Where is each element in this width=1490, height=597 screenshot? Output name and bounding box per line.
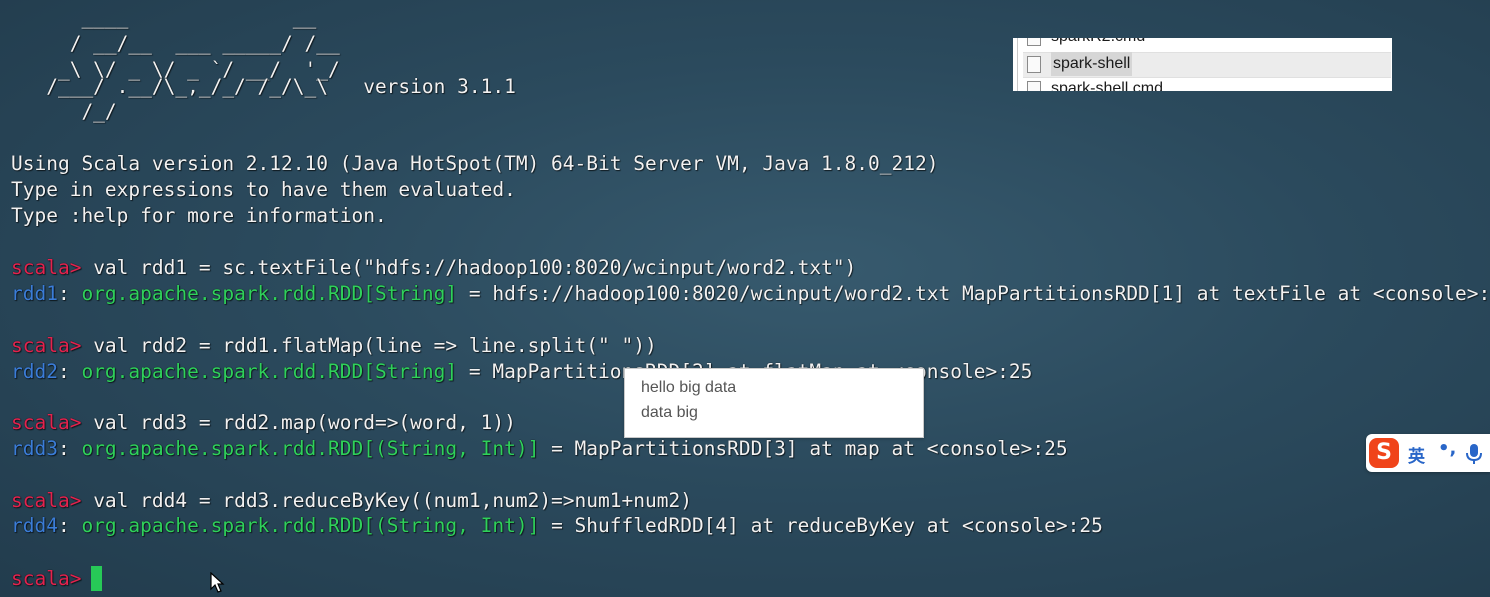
result-var: rdd1: [11, 282, 58, 305]
scala-prompt: scala>: [11, 256, 82, 279]
command-input: val rdd1 = sc.textFile("hdfs://hadoop100…: [81, 256, 857, 279]
command-input: val rdd4 = rdd3.reduceByKey((num1,num2)=…: [81, 489, 692, 512]
scala-prompt: scala>: [11, 334, 82, 357]
sogou-logo-icon[interactable]: S: [1369, 438, 1399, 468]
preview-line-1: hello big data: [641, 379, 737, 396]
info-line-evaluate: Type in expressions to have them evaluat…: [11, 178, 516, 201]
spark-banner-line-2: / __/__ ___ _____/ /__: [11, 32, 340, 55]
result-type: org.apache.spark.rdd.RDD[(String, Int)]: [81, 514, 540, 537]
text-preview-popup: hello big data data big: [624, 368, 924, 438]
preview-line-2: data big: [641, 404, 698, 421]
result-sep: :: [57, 514, 82, 537]
info-line-help: Type :help for more information.: [11, 204, 387, 227]
command-input: val rdd2 = rdd1.flatMap(line => line.spl…: [81, 334, 657, 357]
tree-guide-line: [1017, 38, 1018, 91]
command-input: val rdd3 = rdd2.map(word=>(word, 1)): [81, 411, 516, 434]
spark-banner-line-5: /_/: [11, 100, 117, 123]
result-line-1: rdd1: org.apache.spark.rdd.RDD[String] =…: [11, 281, 1490, 307]
result-value: = hdfs://hadoop100:8020/wcinput/word2.tx…: [457, 282, 1490, 305]
spark-banner-line-1: ____ __: [11, 6, 317, 29]
file-icon: [1027, 56, 1041, 73]
mouse-pointer-icon: [210, 572, 225, 593]
result-value: = MapPartitionsRDD[3] at map at <console…: [539, 437, 1068, 460]
command-line-1: scala> val rdd1 = sc.textFile("hdfs://ha…: [11, 255, 856, 281]
scala-version-info: Using Scala version 2.12.10 (Java HotSpo…: [11, 152, 939, 175]
spark-banner-line-4: /___/ .__/\_,_/_/ /_/\_\ version 3.1.1: [11, 75, 516, 98]
scala-prompt: scala>: [11, 489, 82, 512]
result-type: org.apache.spark.rdd.RDD[(String, Int)]: [81, 437, 540, 460]
result-sep: :: [57, 437, 82, 460]
file-name: spark-shell: [1051, 52, 1133, 76]
cmd-file-icon: [1027, 81, 1041, 91]
result-type: org.apache.spark.rdd.RDD[String]: [81, 360, 458, 383]
file-name: sparkR2.cmd: [1051, 38, 1145, 49]
active-prompt-line[interactable]: scala>: [11, 566, 81, 592]
result-type: org.apache.spark.rdd.RDD[String]: [81, 282, 458, 305]
scala-prompt: scala>: [11, 411, 82, 434]
command-line-3: scala> val rdd3 = rdd2.map(word=>(word, …: [11, 410, 516, 436]
command-line-4: scala> val rdd4 = rdd3.reduceByKey((num1…: [11, 488, 692, 514]
result-sep: :: [57, 282, 82, 305]
microphone-icon[interactable]: [1464, 443, 1484, 465]
result-value: = ShuffledRDD[4] at reduceByKey at <cons…: [539, 514, 1103, 537]
cmd-file-icon: [1027, 38, 1041, 46]
result-var: rdd3: [11, 437, 58, 460]
file-explorer-list[interactable]: sparkR2.cmd spark-shell spark-shell.cmd: [1013, 38, 1392, 91]
result-var: rdd4: [11, 514, 58, 537]
ime-language-toggle[interactable]: 英: [1408, 442, 1425, 467]
result-var: rdd2: [11, 360, 58, 383]
text-cursor: [91, 566, 102, 591]
ime-punctuation-toggle[interactable]: •,: [1438, 438, 1456, 459]
file-name: spark-shell.cmd: [1051, 80, 1164, 91]
command-line-2: scala> val rdd2 = rdd1.flatMap(line => l…: [11, 333, 657, 359]
result-line-4: rdd4: org.apache.spark.rdd.RDD[(String, …: [11, 513, 1103, 539]
ime-toolbar[interactable]: S 英 •,: [1366, 434, 1490, 472]
result-sep: :: [57, 360, 82, 383]
result-line-3: rdd3: org.apache.spark.rdd.RDD[(String, …: [11, 436, 1068, 462]
scala-prompt: scala>: [11, 567, 82, 590]
